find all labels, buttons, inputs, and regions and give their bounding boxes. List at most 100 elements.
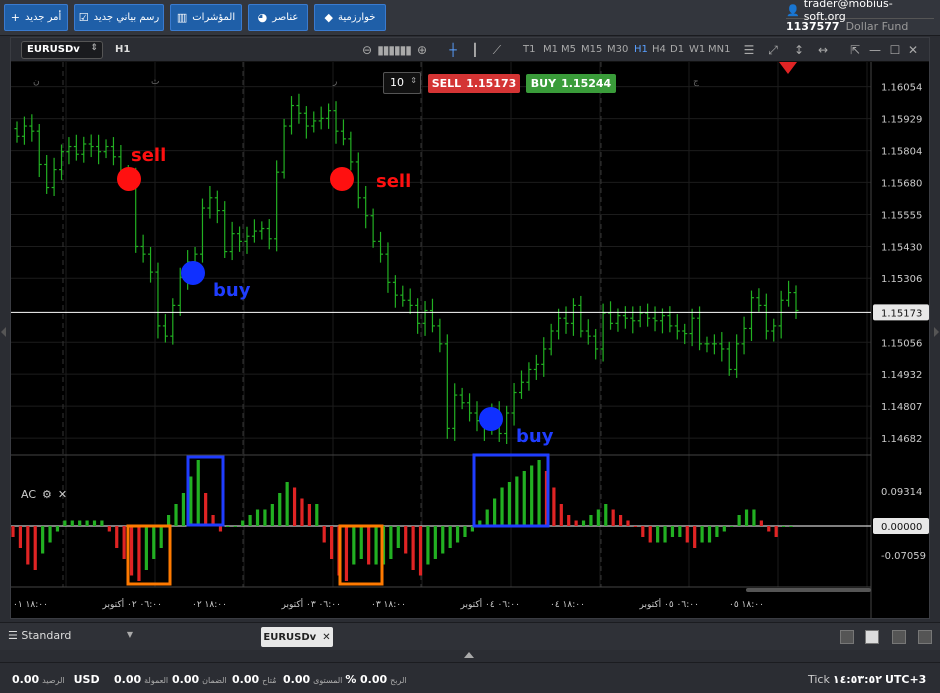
sell-button[interactable]: SELL 1.15173 — [428, 74, 520, 93]
quantity-input[interactable]: 10 ⇕ — [383, 72, 421, 94]
currency-value: USD — [73, 673, 100, 686]
price-bar — [608, 301, 614, 330]
ac-bar — [774, 526, 778, 537]
layout-grid-icon[interactable] — [865, 630, 879, 644]
price-bar — [726, 341, 732, 376]
level-label: المستوى — [313, 676, 343, 685]
price-bar — [437, 318, 443, 353]
close-icon[interactable]: ✕ — [58, 488, 67, 501]
popout-icon[interactable]: ⇱ — [847, 42, 863, 58]
timeframe-m15[interactable]: M15 — [581, 44, 602, 55]
chart-plot-area[interactable]: 1.16054 1.15929 1.15804 1.15680 1.15555 1.154… — [11, 62, 929, 618]
commission-value: 0.00 — [114, 673, 142, 686]
timeframe-mn1[interactable]: MN1 — [708, 44, 730, 55]
algorithm-button[interactable]: ◆ خوارزمية — [314, 4, 386, 31]
algorithm-icon: ◆ — [324, 11, 333, 24]
timeframe-h1[interactable]: H1 — [634, 44, 648, 55]
ac-bar — [404, 526, 408, 554]
timeframe-h4[interactable]: H4 — [652, 44, 666, 55]
price-bar — [778, 290, 784, 339]
price-bar — [303, 106, 309, 139]
vertical-line-icon[interactable]: ↕ — [791, 42, 807, 58]
maximize-icon[interactable]: ☐ — [887, 42, 903, 58]
zoom-slider[interactable]: ▮▮▮▮▮▮ — [377, 42, 412, 58]
buy-signal-dot — [479, 407, 503, 431]
ac-bar — [129, 526, 134, 576]
ac-bar — [700, 526, 704, 543]
price-bar — [622, 306, 628, 329]
price-bar — [103, 139, 109, 159]
price-bar — [467, 393, 473, 422]
price-bar — [444, 334, 450, 439]
ac-bar — [641, 526, 645, 537]
indicators-button[interactable]: ▥ المؤشرات — [170, 4, 242, 31]
utc-offset: UTC+3 — [884, 673, 927, 686]
ac-bar — [41, 526, 45, 554]
price-bar — [734, 334, 740, 378]
new-chart-button[interactable]: ☑ رسم بياني جديد — [74, 4, 164, 31]
timeframe-d1[interactable]: D1 — [670, 44, 684, 55]
menu-icon[interactable]: ☰ — [741, 42, 757, 58]
price-bar — [400, 285, 406, 307]
ac-bar — [307, 504, 311, 526]
layout-select[interactable]: ☰ Standard ▼ — [8, 629, 133, 642]
chevron-up-icon[interactable] — [464, 652, 474, 658]
chart-tab[interactable]: EURUSDv ✕ — [261, 627, 333, 647]
elements-button[interactable]: ◕ عناصر — [248, 4, 308, 31]
zoom-in-icon[interactable]: ⊕ — [414, 42, 430, 58]
layout-value: Standard — [21, 629, 72, 642]
timeframe-m5[interactable]: M5 — [561, 44, 576, 55]
current-price-label: 1.15173 — [881, 308, 922, 319]
bars-icon[interactable]: ┼ — [445, 42, 461, 58]
close-icon[interactable]: ✕ — [905, 42, 921, 58]
line-chart-icon[interactable]: ⟋ — [489, 42, 505, 58]
candles-icon[interactable]: ┃ — [467, 42, 483, 58]
timeframe-m30[interactable]: M30 — [607, 44, 628, 55]
price-bar — [793, 285, 799, 319]
ac-bar — [574, 520, 578, 526]
price-bar — [407, 288, 413, 314]
price-bar — [274, 160, 280, 252]
symbol-value: EURUSDv — [27, 44, 80, 55]
horizontal-line-icon[interactable]: ↔ — [815, 42, 831, 58]
symbol-select[interactable]: EURUSDv ⇕ — [21, 41, 103, 59]
gear-icon[interactable]: ⚙ — [42, 488, 52, 501]
account-panel[interactable]: 👤 trader@mobius-soft.org 1137577 Dollar … — [786, 0, 934, 34]
profit-status: 0.00 الربح — [360, 673, 407, 686]
ac-bar — [115, 526, 119, 548]
quantity-value: 10 — [390, 76, 404, 89]
price-bar — [756, 288, 762, 312]
chart-svg[interactable]: 1.16054 1.15929 1.15804 1.15680 1.15555 1.154… — [11, 62, 929, 618]
price-bar — [148, 246, 154, 283]
price-bar — [333, 101, 339, 144]
price-bar — [637, 305, 643, 328]
ac-bar — [463, 526, 467, 537]
price-bar — [237, 226, 243, 252]
timeframe-w1[interactable]: W1 — [689, 44, 705, 55]
new-order-button[interactable]: + أمر جديد — [4, 4, 68, 31]
layout-columns-icon[interactable] — [892, 630, 906, 644]
price-bar — [748, 290, 754, 342]
close-icon[interactable]: ✕ — [322, 632, 330, 643]
sell-signal-label: sell — [131, 145, 166, 166]
ac-bar — [300, 498, 304, 526]
ac-bar — [270, 504, 274, 526]
ac-bar — [559, 504, 563, 526]
layout-single-icon[interactable] — [840, 630, 854, 644]
ac-bar — [781, 526, 786, 527]
timeframe-t1[interactable]: T1 — [523, 44, 535, 55]
price-tick: 1.14807 — [881, 402, 922, 413]
timeframe-m1[interactable]: M1 — [543, 44, 558, 55]
minimize-icon[interactable]: — — [867, 42, 883, 58]
annotations: sell sell buy buy — [117, 62, 797, 586]
trendline-icon[interactable]: ⤢ — [765, 42, 781, 58]
zoom-out-icon[interactable]: ⊖ — [359, 42, 375, 58]
left-collapse-icon[interactable] — [1, 327, 6, 337]
ac-bar — [426, 526, 430, 565]
layout-rows-icon[interactable] — [918, 630, 932, 644]
balance-value: 0.00 — [12, 673, 40, 686]
buy-button[interactable]: BUY 1.15244 — [526, 74, 616, 93]
right-collapse-icon[interactable] — [934, 327, 939, 337]
indicator-name: AC — [21, 488, 37, 501]
ac-bar — [33, 526, 37, 570]
